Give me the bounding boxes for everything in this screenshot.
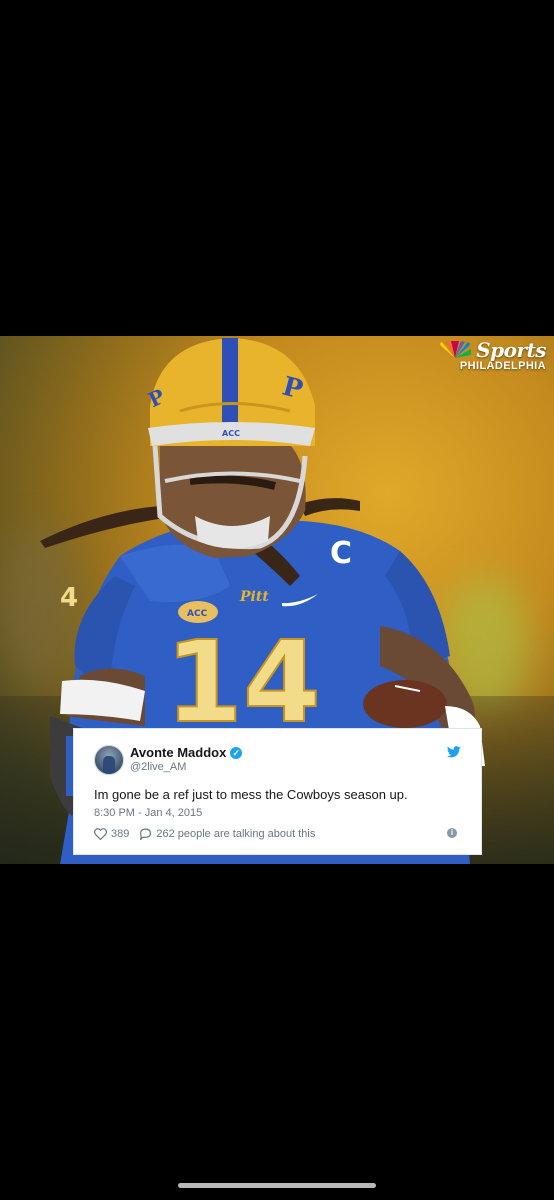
nbc-sports-philadelphia-logo: Sports PHILADELPHIA <box>438 338 546 372</box>
twitter-bird-icon[interactable] <box>447 746 461 758</box>
info-icon[interactable]: i <box>447 828 457 838</box>
tweet-timestamp[interactable]: 8:30 PM - Jan 4, 2015 <box>94 807 202 819</box>
team-wordmark: Pitt <box>239 589 269 605</box>
heart-icon[interactable] <box>94 828 107 840</box>
tweet-author-handle[interactable]: @2live_AM <box>130 761 186 773</box>
tweet-author-name[interactable]: Avonte Maddox <box>130 745 226 760</box>
conversation-count[interactable]: 262 people are talking about this <box>156 828 315 840</box>
avatar[interactable] <box>94 745 124 775</box>
home-indicator[interactable] <box>178 1183 376 1188</box>
svg-text:4: 4 <box>60 583 78 613</box>
like-count[interactable]: 389 <box>111 828 129 840</box>
embedded-tweet-card[interactable]: Avonte Maddox ✓ @2live_AM Im gone be a r… <box>73 728 482 855</box>
svg-text:ACC: ACC <box>222 429 240 438</box>
verified-badge-icon: ✓ <box>230 746 243 759</box>
brand-region-text: PHILADELPHIA <box>459 360 546 372</box>
reply-bubble-icon[interactable] <box>139 828 152 840</box>
captain-patch: C <box>330 536 352 571</box>
brand-sports-text: Sports <box>476 338 546 362</box>
tweet-text: Im gone be a ref just to mess the Cowboy… <box>94 787 408 802</box>
peacock-icon <box>440 341 472 358</box>
